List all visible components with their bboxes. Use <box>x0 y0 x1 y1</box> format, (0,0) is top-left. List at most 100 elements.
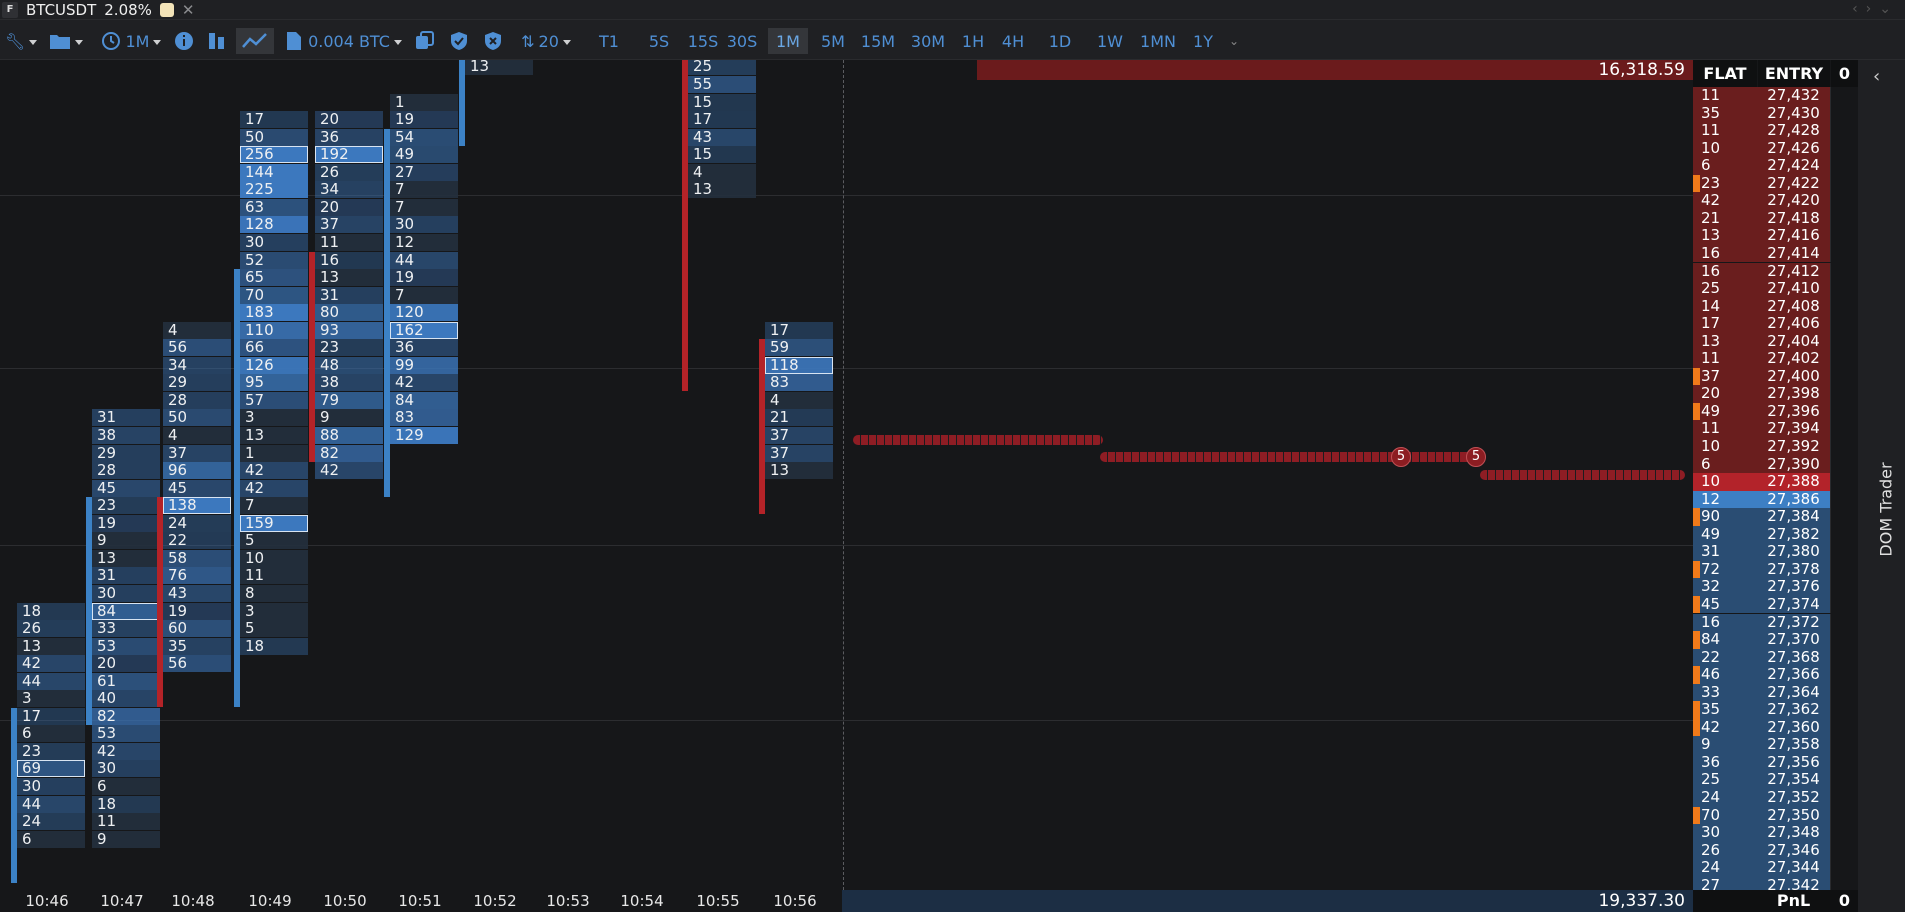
dom-price[interactable]: 27,346 <box>1757 841 1830 860</box>
dom-volume-cell[interactable]: 49 <box>1693 402 1757 421</box>
dom-row[interactable]: 14 27,408 <box>1693 297 1858 316</box>
dom-position-cell[interactable] <box>1830 771 1858 789</box>
dom-price[interactable]: 27,408 <box>1757 297 1830 316</box>
dom-volume-cell[interactable]: 24 <box>1693 789 1757 807</box>
dom-row[interactable]: 35 27,362 <box>1693 701 1858 719</box>
dom-row[interactable]: 42 27,420 <box>1693 192 1858 210</box>
dom-price[interactable]: 27,368 <box>1757 648 1830 667</box>
dom-row[interactable]: 22 27,368 <box>1693 648 1858 667</box>
dom-price[interactable]: 27,366 <box>1757 666 1830 684</box>
dom-position-cell[interactable] <box>1830 473 1858 491</box>
dom-volume-cell[interactable]: 13 <box>1693 332 1757 351</box>
dom-volume-cell[interactable]: 90 <box>1693 508 1757 526</box>
dom-price[interactable]: 27,392 <box>1757 438 1830 456</box>
dom-row[interactable]: 49 27,382 <box>1693 525 1858 544</box>
dom-volume-cell[interactable]: 35 <box>1693 701 1757 719</box>
dom-volume-cell[interactable]: 72 <box>1693 560 1757 579</box>
dom-position-cell[interactable] <box>1830 157 1858 175</box>
dom-volume-cell[interactable]: 22 <box>1693 648 1757 667</box>
dom-price[interactable]: 27,402 <box>1757 350 1830 368</box>
dom-position-cell[interactable] <box>1830 666 1858 684</box>
dom-row[interactable]: 84 27,370 <box>1693 631 1858 649</box>
flat-header[interactable]: FLAT <box>1693 60 1757 87</box>
dom-price[interactable]: 27,418 <box>1757 210 1830 228</box>
interval-button-1m[interactable]: 1M <box>768 28 808 54</box>
dom-position-cell[interactable] <box>1830 315 1858 333</box>
dom-volume-cell[interactable]: 12 <box>1693 490 1757 509</box>
dom-price[interactable]: 27,422 <box>1757 174 1830 193</box>
entry-header[interactable]: ENTRY <box>1758 60 1830 87</box>
close-icon[interactable]: ✕ <box>182 1 195 19</box>
dom-volume-cell[interactable]: 17 <box>1693 315 1757 333</box>
interval-button-15s[interactable]: 15S <box>686 28 720 54</box>
dom-position-cell[interactable] <box>1830 455 1858 474</box>
interval-button-4h[interactable]: 4H <box>996 28 1030 54</box>
dom-position-cell[interactable] <box>1830 122 1858 140</box>
interval-button-30m[interactable]: 30M <box>906 28 950 54</box>
dom-price[interactable]: 27,382 <box>1757 525 1830 544</box>
dom-row[interactable]: 24 27,352 <box>1693 789 1858 807</box>
dom-row[interactable]: 10 27,388 <box>1693 473 1858 491</box>
interval-button-1w[interactable]: 1W <box>1092 28 1128 54</box>
dom-position-cell[interactable] <box>1830 139 1858 158</box>
dom-row[interactable]: 33 27,364 <box>1693 683 1858 702</box>
dom-position-cell[interactable] <box>1830 841 1858 860</box>
dom-row[interactable]: 42 27,360 <box>1693 718 1858 737</box>
dom-row[interactable]: 37 27,400 <box>1693 367 1858 386</box>
dom-row[interactable]: 25 27,410 <box>1693 280 1858 298</box>
dom-volume-cell[interactable]: 11 <box>1693 87 1757 105</box>
dom-position-cell[interactable] <box>1830 332 1858 351</box>
tab-nav-arrows-icon[interactable]: ‹›⌄ <box>1852 1 1899 17</box>
dom-row[interactable]: 12 27,386 <box>1693 490 1858 509</box>
dom-position-cell[interactable] <box>1830 560 1858 579</box>
dom-volume-cell[interactable]: 23 <box>1693 174 1757 193</box>
dom-volume-cell[interactable]: 13 <box>1693 227 1757 245</box>
dom-volume-cell[interactable]: 24 <box>1693 859 1757 877</box>
dom-row[interactable]: 13 27,416 <box>1693 227 1858 245</box>
info-icon[interactable] <box>172 28 196 54</box>
dom-position-cell[interactable] <box>1830 367 1858 386</box>
dom-position-cell[interactable] <box>1830 543 1858 561</box>
interval-button-1d[interactable]: 1D <box>1042 28 1078 54</box>
shield-x-icon[interactable] <box>480 28 506 54</box>
dom-price[interactable]: 27,424 <box>1757 157 1830 175</box>
dom-position-cell[interactable] <box>1830 104 1858 123</box>
dom-price[interactable]: 27,344 <box>1757 859 1830 877</box>
dom-price[interactable]: 27,432 <box>1757 87 1830 105</box>
dom-position-cell[interactable] <box>1830 701 1858 719</box>
dom-volume-cell[interactable]: 32 <box>1693 578 1757 596</box>
dom-volume-cell[interactable]: 9 <box>1693 736 1757 754</box>
dom-row[interactable]: 17 27,406 <box>1693 315 1858 333</box>
dom-row[interactable]: 32 27,376 <box>1693 578 1858 596</box>
dom-price[interactable]: 27,394 <box>1757 420 1830 438</box>
dom-volume-cell[interactable]: 35 <box>1693 104 1757 123</box>
dom-price[interactable]: 27,362 <box>1757 701 1830 719</box>
dom-row[interactable]: 13 27,404 <box>1693 332 1858 351</box>
dom-volume-cell[interactable]: 14 <box>1693 297 1757 316</box>
dom-volume-cell[interactable]: 25 <box>1693 771 1757 789</box>
dom-position-cell[interactable] <box>1830 385 1858 403</box>
dom-volume-cell[interactable]: 25 <box>1693 280 1757 298</box>
depth-select[interactable]: ⇅ 20 <box>512 28 580 54</box>
dom-price[interactable]: 27,426 <box>1757 139 1830 158</box>
interval-button-15m[interactable]: 15M <box>858 28 898 54</box>
folder-icon[interactable] <box>44 28 88 54</box>
dom-price[interactable]: 27,414 <box>1757 245 1830 263</box>
dom-row[interactable]: 10 27,392 <box>1693 438 1858 456</box>
dom-price[interactable]: 27,354 <box>1757 771 1830 789</box>
dom-price[interactable]: 27,386 <box>1757 490 1830 509</box>
timeframe-select[interactable]: 1M <box>96 28 166 54</box>
dom-position-cell[interactable] <box>1830 683 1858 702</box>
tab-color-swatch[interactable] <box>159 2 174 17</box>
dom-row[interactable]: 9 27,358 <box>1693 736 1858 754</box>
dom-position-cell[interactable] <box>1830 859 1858 877</box>
interval-button-1h[interactable]: 1H <box>958 28 988 54</box>
dom-row[interactable]: 23 27,422 <box>1693 174 1858 193</box>
collapse-chevron-icon[interactable]: ‹ <box>1873 66 1880 87</box>
dom-position-cell[interactable] <box>1830 824 1858 842</box>
dom-volume-cell[interactable]: 37 <box>1693 367 1757 386</box>
dom-price[interactable]: 27,390 <box>1757 455 1830 474</box>
dom-volume-cell[interactable]: 21 <box>1693 209 1757 228</box>
line-chart-icon[interactable] <box>236 28 274 54</box>
trail-badge[interactable]: 5 <box>1466 447 1486 467</box>
